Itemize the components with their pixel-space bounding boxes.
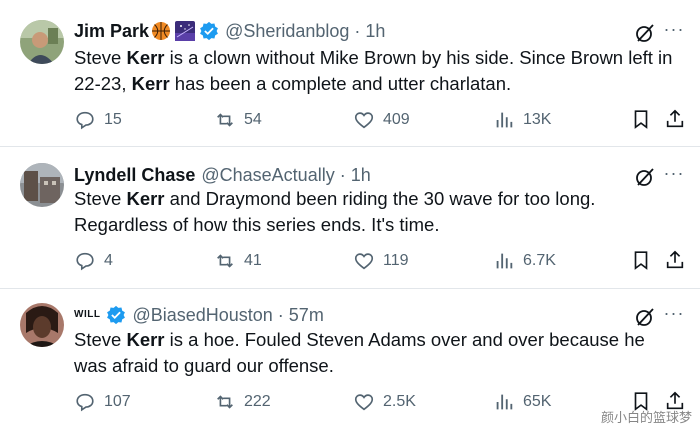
repost-icon <box>217 113 233 127</box>
reply-button[interactable]: 15 <box>74 108 122 132</box>
handle[interactable]: @BiasedHouston <box>132 304 272 326</box>
watermark: 颜小白的篮球梦 <box>600 411 692 426</box>
basketball-emoji-icon <box>151 21 171 41</box>
heart-icon <box>354 112 374 129</box>
action-bar: 15 54 409 13K <box>74 108 684 132</box>
avatar[interactable] <box>20 163 64 207</box>
reply-icon <box>76 252 94 271</box>
bookmark-icon <box>634 110 648 129</box>
grok-icon[interactable] <box>634 166 656 188</box>
reply-button[interactable]: 4 <box>74 249 113 273</box>
views-button[interactable]: 6.7K <box>493 249 556 273</box>
heart-icon <box>354 253 374 270</box>
repost-icon <box>217 395 233 409</box>
like-button[interactable]: 409 <box>353 108 410 132</box>
reply-count: 15 <box>104 111 122 128</box>
reply-icon <box>76 111 94 130</box>
like-count: 409 <box>383 111 410 128</box>
handle[interactable]: @Sheridanblog <box>225 20 349 42</box>
display-name[interactable]: Jim Park <box>74 20 149 42</box>
separator: · <box>354 21 361 41</box>
heart-icon <box>354 394 374 411</box>
reply-button[interactable]: 107 <box>74 390 131 414</box>
share-button[interactable] <box>664 108 686 132</box>
night-sky-emoji-icon <box>175 21 196 41</box>
grok-icon[interactable] <box>634 22 656 44</box>
repost-button[interactable]: 222 <box>214 390 271 414</box>
like-button[interactable]: 2.5K <box>353 390 416 414</box>
repost-count: 41 <box>244 252 262 269</box>
reply-count: 4 <box>104 252 113 269</box>
share-icon <box>666 109 684 128</box>
display-name[interactable]: Lyndell Chase <box>74 164 195 186</box>
tweet-text: Steve Kerr and Draymond been riding the … <box>74 188 596 235</box>
view-count: 6.7K <box>523 252 556 269</box>
like-button[interactable]: 119 <box>353 249 409 273</box>
timestamp[interactable]: 1h <box>365 20 385 42</box>
repost-icon <box>217 254 233 268</box>
view-count: 65K <box>523 393 552 410</box>
separator: · <box>277 305 284 325</box>
reply-count: 107 <box>104 393 131 410</box>
repost-count: 222 <box>244 393 271 410</box>
more-options-icon[interactable]: ··· <box>662 20 686 46</box>
views-icon <box>496 112 513 128</box>
avatar[interactable] <box>20 303 64 347</box>
views-button[interactable]: 13K <box>493 108 551 132</box>
view-count: 13K <box>523 111 552 128</box>
bookmark-button[interactable] <box>630 249 652 273</box>
display-name[interactable]: WILL <box>74 304 100 326</box>
tweet-1[interactable]: Jim Park @Sheridanblog · 1h ··· Steve Ke… <box>0 0 700 146</box>
bookmark-button[interactable] <box>630 108 652 132</box>
reply-icon <box>76 393 94 412</box>
action-bar: 107 222 2.5K 65K <box>74 390 684 414</box>
views-button[interactable]: 65K <box>493 390 551 414</box>
avatar[interactable] <box>20 20 64 64</box>
share-button[interactable] <box>664 249 686 273</box>
like-count: 2.5K <box>383 393 416 410</box>
tweet-text: Steve Kerr is a clown without Mike Brown… <box>74 47 673 94</box>
repost-button[interactable]: 41 <box>214 249 262 273</box>
separator: · <box>339 165 346 185</box>
handle[interactable]: @ChaseActually <box>201 164 334 186</box>
tweet-text: Steve Kerr is a hoe. Fouled Steven Adams… <box>74 329 645 376</box>
timestamp[interactable]: 1h <box>351 164 371 186</box>
like-count: 119 <box>383 252 409 269</box>
verified-badge-icon <box>106 305 126 325</box>
repost-count: 54 <box>244 111 262 128</box>
views-icon <box>496 253 513 269</box>
bookmark-icon <box>634 251 648 270</box>
timestamp[interactable]: 57m <box>289 304 324 326</box>
grok-icon[interactable] <box>634 306 656 328</box>
tweet-2[interactable]: Lyndell Chase @ChaseActually · 1h ··· St… <box>0 147 700 288</box>
action-bar: 4 41 119 6.7K <box>74 249 684 273</box>
tweet-3[interactable]: WILL @BiasedHouston · 57m ··· Steve Kerr… <box>0 289 700 428</box>
verified-badge-icon <box>199 21 219 41</box>
views-icon <box>496 394 513 410</box>
repost-button[interactable]: 54 <box>214 108 262 132</box>
share-icon <box>666 250 684 269</box>
